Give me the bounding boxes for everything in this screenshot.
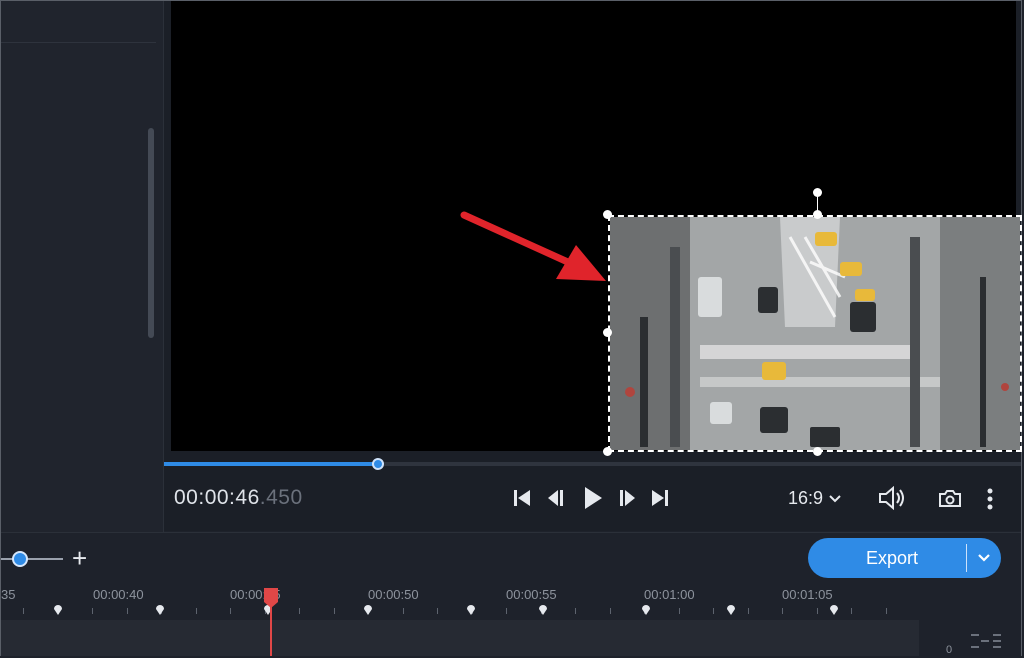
zoom-in-button[interactable]: +: [72, 545, 87, 571]
next-frame-icon[interactable]: [615, 486, 639, 510]
left-panel-divider: [1, 42, 156, 43]
keyframe-marker[interactable]: [364, 605, 372, 615]
keyframe-marker[interactable]: [156, 605, 164, 615]
playback-progress-knob[interactable]: [372, 458, 384, 470]
playhead-handle[interactable]: [263, 587, 279, 609]
ruler-tick: [713, 608, 714, 614]
ruler-time-label: 00:01:00: [644, 587, 695, 602]
ruler-tick: [299, 608, 300, 614]
chevron-down-icon: [829, 494, 841, 502]
resize-handle-bottom[interactable]: [813, 447, 822, 456]
ruler-tick: [506, 608, 507, 614]
ruler-time-label: 00:00:50: [368, 587, 419, 602]
timeline-ruler[interactable]: 35 00:00:40 00:00:45 00:00:50 00:00:55 00:01:…: [1, 584, 919, 620]
ruler-time-label: 00:00:40: [93, 587, 144, 602]
resize-handle-left[interactable]: [603, 328, 612, 337]
ruler-tick: [817, 608, 818, 614]
track-height-icon[interactable]: [971, 632, 1011, 652]
aspect-ratio-value: 16:9: [788, 488, 824, 508]
camera-icon[interactable]: [937, 486, 963, 510]
playback-progress-fill: [164, 462, 378, 466]
skip-to-end-icon[interactable]: [648, 486, 672, 510]
ruler-tick: [403, 608, 404, 614]
keyframe-marker[interactable]: [830, 605, 838, 615]
ruler-tick: [782, 608, 783, 614]
ruler-tick: [437, 608, 438, 614]
timeline-zoom-knob[interactable]: [12, 551, 28, 567]
ruler-tick: [196, 608, 197, 614]
ruler-time-label: 35: [1, 587, 16, 602]
current-timecode: 00:00:46.450: [174, 486, 303, 510]
keyframe-marker[interactable]: [467, 605, 475, 615]
ruler-tick: [851, 608, 852, 614]
ruler-tick: [127, 608, 128, 614]
left-panel: [1, 1, 163, 532]
export-button[interactable]: Export: [808, 538, 1001, 578]
export-button-label: Export: [865, 547, 919, 568]
aspect-ratio-dropdown[interactable]: 16:9: [788, 488, 841, 509]
previous-frame-icon[interactable]: [544, 486, 568, 510]
resize-handle-top[interactable]: [813, 210, 822, 219]
more-vertical-icon[interactable]: [980, 486, 1000, 512]
ruler-tick: [23, 608, 24, 614]
ruler-tick: [575, 608, 576, 614]
play-icon[interactable]: [580, 485, 606, 511]
chevron-down-icon: [978, 554, 990, 562]
ruler-tick: [748, 608, 749, 614]
skip-to-start-icon[interactable]: [510, 486, 534, 510]
volume-icon[interactable]: [878, 485, 908, 511]
resize-handle-bottom-left[interactable]: [603, 447, 612, 456]
overlay-clip-selection[interactable]: [608, 215, 1022, 452]
timeline-zoom-track[interactable]: [1, 558, 63, 560]
rotate-handle[interactable]: [813, 188, 822, 197]
keyframe-marker[interactable]: [54, 605, 62, 615]
red-arrow-annotation: [460, 211, 606, 281]
ruler-tick: [230, 608, 231, 614]
ruler-tick: [886, 608, 887, 614]
timecode-milliseconds: .450: [259, 486, 303, 509]
keyframe-marker[interactable]: [727, 605, 735, 615]
timecode-main: 00:00:46: [174, 486, 260, 509]
keyframe-marker[interactable]: [539, 605, 547, 615]
timeline-track-area[interactable]: [1, 620, 919, 656]
ruler-tick: [679, 608, 680, 614]
ruler-tick: [92, 608, 93, 614]
ruler-time-label: 00:00:55: [506, 587, 557, 602]
export-options-dropdown[interactable]: [967, 554, 1001, 562]
ruler-time-label: 00:01:05: [782, 587, 833, 602]
ruler-tick: [610, 608, 611, 614]
left-panel-scrollbar[interactable]: [148, 128, 154, 338]
timeline-right-gutter: [919, 584, 1021, 656]
track-counter: 0: [946, 644, 953, 656]
street-scene-image: [610, 217, 1020, 450]
keyframe-marker[interactable]: [642, 605, 650, 615]
ruler-tick: [334, 608, 335, 614]
